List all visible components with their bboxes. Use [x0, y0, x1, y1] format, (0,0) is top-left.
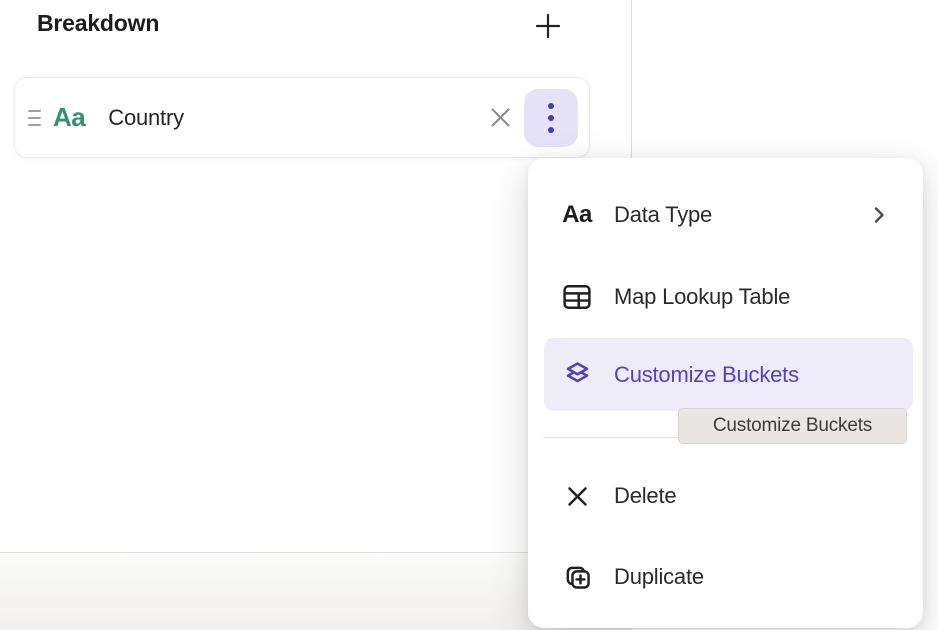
remove-breakdown-button[interactable]: [481, 99, 519, 137]
menu-item-label: Data Type: [614, 202, 712, 228]
text-type-icon: Aa: [53, 102, 85, 133]
breakdown-card: Aa Country: [14, 77, 590, 158]
field-label: Country: [108, 105, 184, 131]
table-icon: [560, 284, 594, 310]
menu-item-customize-buckets[interactable]: Customize Buckets: [544, 338, 913, 411]
menu-item-label: Delete: [614, 483, 676, 509]
menu-item-label: Duplicate: [614, 564, 704, 590]
more-options-button[interactable]: [524, 89, 578, 147]
context-menu: Aa Data Type Map Lookup Table Customize …: [528, 158, 923, 628]
copy-plus-icon: [560, 563, 594, 592]
kebab-icon: [548, 103, 554, 109]
menu-item-map-lookup-table[interactable]: Map Lookup Table: [528, 261, 923, 333]
chevron-right-icon: [872, 204, 886, 226]
add-breakdown-button[interactable]: [529, 7, 567, 45]
page-title: Breakdown: [37, 10, 159, 37]
menu-item-label: Map Lookup Table: [614, 284, 790, 310]
menu-item-duplicate[interactable]: Duplicate: [528, 541, 923, 613]
plus-icon: [533, 11, 563, 41]
menu-item-label: Customize Buckets: [614, 362, 799, 388]
x-icon: [560, 484, 594, 509]
menu-item-data-type[interactable]: Aa Data Type: [528, 179, 923, 251]
menu-item-delete[interactable]: Delete: [528, 460, 923, 532]
layers-icon: [560, 360, 594, 389]
tooltip: Customize Buckets: [678, 408, 907, 444]
drag-handle-icon[interactable]: [28, 110, 41, 126]
close-icon: [488, 105, 513, 130]
text-type-icon: Aa: [560, 201, 594, 229]
